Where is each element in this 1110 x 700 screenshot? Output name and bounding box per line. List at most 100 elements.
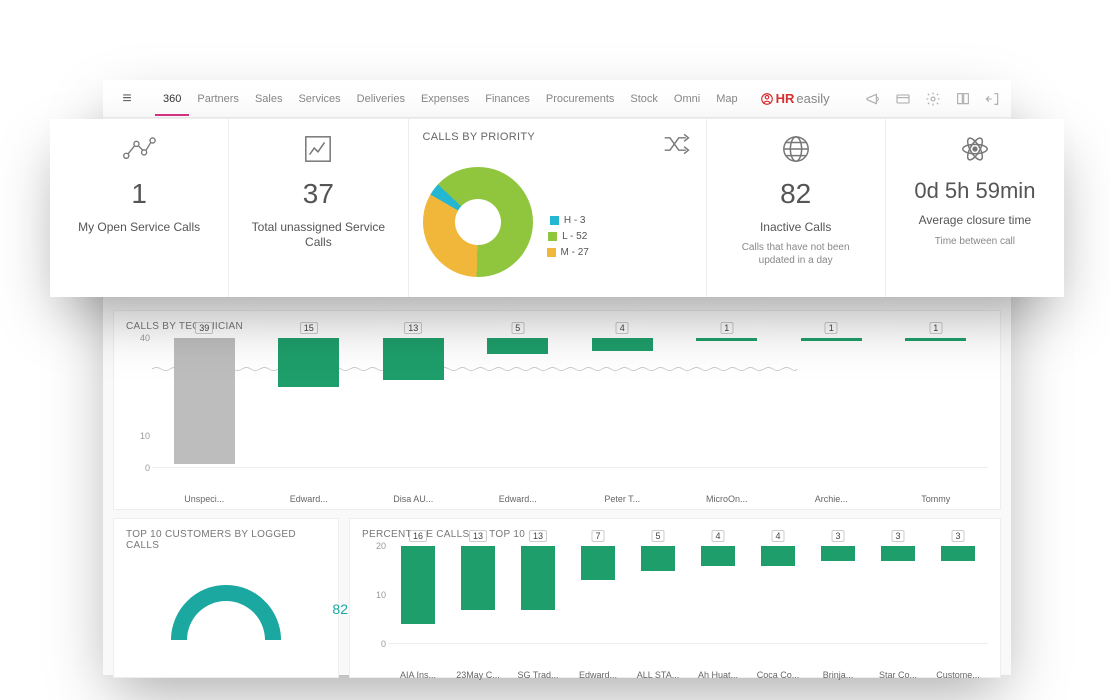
nav-item-deliveries[interactable]: Deliveries [349,82,413,116]
bar-label: Archie... [779,494,884,504]
bar[interactable]: 16 [401,546,436,624]
brand-bold: HR [776,91,795,106]
panel-top10-gauge: TOP 10 CUSTOMERS BY LOGGED CALLS 82.6 % [113,518,339,678]
nav-item-procurements[interactable]: Procurements [538,82,622,116]
bar-label: Coca Co... [748,670,808,680]
bar-slot: 5ALL STA... [628,546,688,664]
bar-label: Brinja... [808,670,868,680]
bar[interactable]: 4 [701,546,736,566]
nav-item-sales[interactable]: Sales [247,82,291,116]
line-dots-icon [122,133,156,165]
bar-value: 5 [511,322,524,334]
bar-slot: 4Peter T... [570,338,675,488]
nav-item-partners[interactable]: Partners [189,82,247,116]
legend-row: L - 52 [547,229,589,245]
bar[interactable]: 13 [521,546,556,610]
bar-label: Tommy [884,494,989,504]
bar-slot: 3Star Co... [868,546,928,664]
bar-label: Edward... [257,494,362,504]
closure-label: Average closure time [919,213,1032,229]
nav-item-360[interactable]: 360 [155,82,189,116]
bar[interactable]: 5 [487,338,548,354]
technician-bar-chart: 0104039Unspeci...15Edward...13Disa AU...… [126,338,988,488]
unassigned-label: Total unassigned Service Calls [239,220,397,251]
inactive-sub: Calls that have not been updated in a da… [736,241,856,267]
bar-value: 13 [404,322,422,334]
brand-logo: HReasily [760,91,830,106]
bar-slot: 3Brinja... [808,546,868,664]
announce-icon[interactable] [865,91,881,107]
bar[interactable]: 1 [905,338,966,341]
globe-icon [781,133,811,165]
closure-sub: Time between call [935,235,1015,248]
bar[interactable]: 4 [592,338,653,351]
bar[interactable]: 5 [641,546,676,571]
bar-slot: 3Custome... [928,546,988,664]
bar[interactable]: 1 [696,338,757,341]
card-inactive-calls[interactable]: 82 Inactive Calls Calls that have not be… [707,119,886,297]
bar[interactable]: 39 [174,338,235,464]
priority-donut-chart [423,167,533,277]
panel-calls-by-technician: CALLS BY TECHNICIAN 0104039Unspeci...15E… [113,310,1001,510]
bar-value: 15 [300,322,318,334]
bar-slot: 15Edward... [257,338,362,488]
bar-slot: 16AIA Ins... [388,546,448,664]
bar-label: MicroOn... [675,494,780,504]
card-icon[interactable] [895,91,911,107]
open-label: My Open Service Calls [78,220,200,236]
nav-item-omni[interactable]: Omni [666,82,708,116]
bar-slot: 13Disa AU... [361,338,466,488]
bar-label: ALL STA... [628,670,688,680]
legend-row: M - 27 [547,245,589,261]
bar-label: Ah Huat... [688,670,748,680]
brand-thin: easily [796,91,829,106]
menu-icon[interactable]: ≡ [113,90,141,108]
bar[interactable]: 4 [761,546,796,566]
topbar-actions [865,91,1001,107]
bar-label: Custome... [928,670,988,680]
bar-value: 1 [929,322,942,334]
bar-label: Star Co... [868,670,928,680]
logout-icon[interactable] [985,91,1001,107]
card-calls-by-priority[interactable]: CALLS BY PRIORITY H - 3L - 52M - 27 [409,119,707,297]
nav-item-stock[interactable]: Stock [622,82,666,116]
bar-slot: 5Edward... [466,338,571,488]
nav-item-expenses[interactable]: Expenses [413,82,477,116]
panel-percentage-calls: PERCENTAGE CALLS BY TOP 10 0102016AIA In… [349,518,1001,678]
card-avg-closure[interactable]: 0d 5h 59min Average closure time Time be… [886,119,1064,297]
gear-icon[interactable] [925,91,941,107]
top-nav: 360PartnersSalesServicesDeliveriesExpens… [155,82,746,116]
bar-slot: 1323May C... [448,546,508,664]
bar[interactable]: 13 [383,338,444,380]
nav-item-finances[interactable]: Finances [477,82,538,116]
card-unassigned-calls[interactable]: 37 Total unassigned Service Calls [229,119,408,297]
axis-tick: 10 [376,590,386,600]
nav-item-services[interactable]: Services [290,82,348,116]
nav-item-map[interactable]: Map [708,82,745,116]
bar-value: 3 [831,530,844,542]
bar[interactable]: 1 [801,338,862,341]
bar-label: Edward... [568,670,628,680]
inactive-value: 82 [780,179,811,210]
bar-label: AIA Ins... [388,670,448,680]
bar[interactable]: 13 [461,546,496,610]
bar[interactable]: 7 [581,546,616,580]
bar[interactable]: 15 [278,338,339,387]
bar-value: 13 [529,530,547,542]
axis-tick: 20 [376,541,386,551]
bar-slot: 1MicroOn... [675,338,780,488]
bar-value: 4 [711,530,724,542]
bar[interactable]: 3 [881,546,916,561]
bar[interactable]: 3 [821,546,856,561]
bar-value: 39 [195,322,213,334]
axis-tick: 40 [140,333,150,343]
bar-value: 4 [771,530,784,542]
shuffle-icon[interactable] [662,131,692,157]
chart-box-icon [303,133,333,165]
bar[interactable]: 3 [941,546,976,561]
gauge-title: TOP 10 CUSTOMERS BY LOGGED CALLS [126,529,326,551]
book-icon[interactable] [955,91,971,107]
bar-slot: 1Tommy [884,338,989,488]
card-my-open-calls[interactable]: 1 My Open Service Calls [50,119,229,297]
bar-value: 4 [616,322,629,334]
